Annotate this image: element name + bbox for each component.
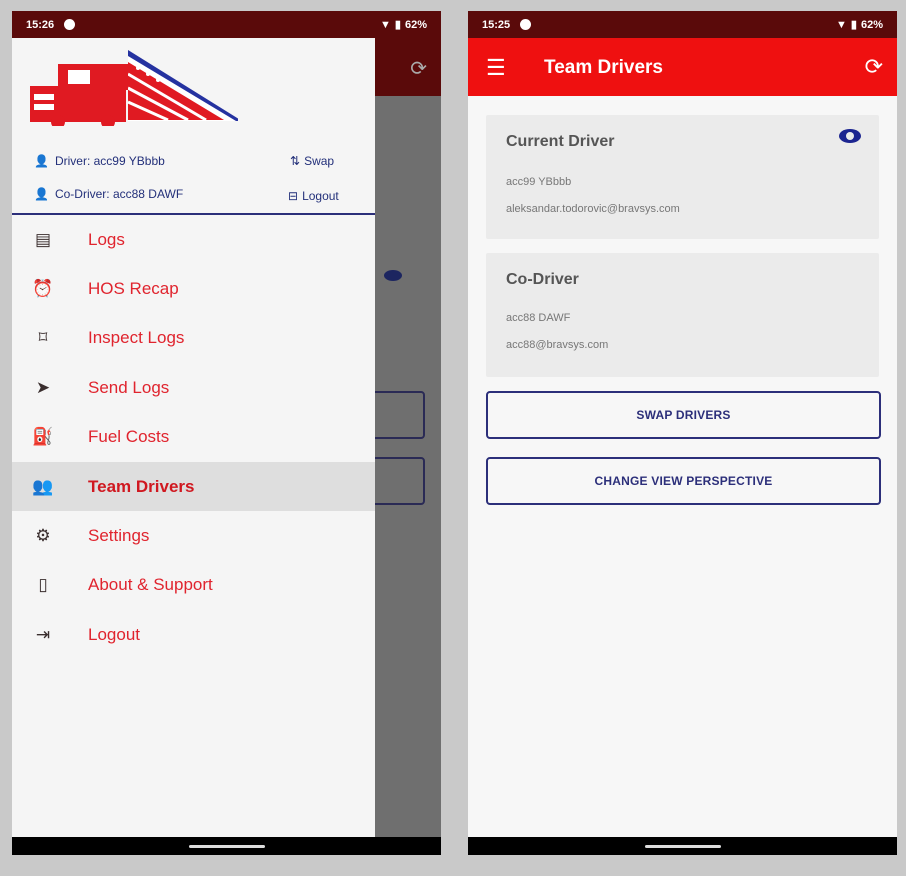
page-title: Team Drivers xyxy=(544,57,663,78)
battery-icon: ▮ xyxy=(394,19,401,31)
system-nav-bar xyxy=(12,837,441,855)
battery-icon: ▮ xyxy=(850,19,857,31)
menu-label: Settings xyxy=(88,526,150,546)
people-icon: 👥 xyxy=(32,476,54,496)
logout-header-button[interactable]: ⊟ Logout xyxy=(288,189,339,203)
menu-label: Send Logs xyxy=(88,377,170,397)
person-icon: 👤 xyxy=(34,154,49,168)
logout-box-icon: ⊟ xyxy=(288,189,299,203)
eye-icon xyxy=(384,270,402,281)
notification-icon xyxy=(64,19,76,30)
status-time: 15:26 xyxy=(26,18,55,31)
menu-item-about-support[interactable]: ▯ About & Support xyxy=(12,561,375,610)
menu-item-logs[interactable]: ▤ Logs xyxy=(12,215,375,264)
battery-percent: 62% xyxy=(860,18,883,31)
swap-icon: ⇅ xyxy=(290,154,301,168)
logout-icon: ⇥ xyxy=(35,624,51,644)
menu-label: About & Support xyxy=(88,575,213,595)
co-driver-label: Co-Driver: acc88 DAWF xyxy=(54,187,184,201)
status-bar: 15:26 ▼ ▮ 62% xyxy=(12,11,441,38)
menu-label: Logs xyxy=(88,229,125,249)
swap-button[interactable]: ⇅ Swap xyxy=(290,154,334,168)
system-nav-bar xyxy=(468,837,897,855)
swap-label: Swap xyxy=(304,154,335,168)
co-driver-email: acc88@bravsys.com xyxy=(506,339,609,351)
change-view-perspective-button[interactable]: CHANGE VIEW PERSPECTIVE xyxy=(486,457,881,505)
wifi-icon: ▼ xyxy=(836,18,847,31)
menu-label: Team Drivers xyxy=(88,476,195,496)
status-bar: 15:25 ▼ ▮ 62% xyxy=(468,11,897,38)
current-driver-card: Current Driver acc99 YBbbb aleksandar.to… xyxy=(486,115,879,239)
drawer-menu: ▤ Logs ⏰ HOS Recap ⌑ Inspect Logs ➤ Send… xyxy=(12,215,375,660)
alarm-icon: ⏰ xyxy=(32,279,54,299)
person-green-icon: 👤 xyxy=(34,187,49,201)
list-icon: ▤ xyxy=(34,229,52,249)
battery-percent: 62% xyxy=(404,18,427,31)
menu-label: Fuel Costs xyxy=(88,427,170,447)
refresh-icon[interactable]: ⟳ xyxy=(865,54,883,80)
eye-icon[interactable] xyxy=(839,129,861,143)
phone-screen-team-drivers: 15:25 ▼ ▮ 62% ☰ Team Drivers ⟳ Current D… xyxy=(468,11,897,855)
driver-email: aleksandar.todorovic@bravsys.com xyxy=(506,203,680,215)
co-driver-card: Co-Driver acc88 DAWF acc88@bravsys.com xyxy=(486,253,879,377)
wifi-icon: ▼ xyxy=(380,18,391,31)
driver-label: Driver: acc99 YBbbb xyxy=(54,154,165,168)
fuel-icon: ⛽ xyxy=(32,427,54,447)
notification-icon xyxy=(520,19,532,30)
home-gesture-pill[interactable] xyxy=(644,845,721,848)
truck-logo xyxy=(30,50,238,126)
inspect-icon: ⌑ xyxy=(38,328,48,348)
drawer-header: 👤 Driver: acc99 YBbbb 👤 Co-Driver: acc88… xyxy=(12,38,375,215)
menu-label: Logout xyxy=(88,624,140,644)
menu-item-inspect-logs[interactable]: ⌑ Inspect Logs xyxy=(12,314,375,363)
menu-item-logout[interactable]: ⇥ Logout xyxy=(12,610,375,659)
menu-label: HOS Recap xyxy=(88,279,179,299)
hamburger-menu-icon[interactable]: ☰ xyxy=(486,55,506,81)
card-title: Co-Driver xyxy=(506,271,579,288)
background-button xyxy=(367,391,425,439)
driver-name: acc99 YBbbb xyxy=(506,176,572,188)
card-title: Current Driver xyxy=(506,133,615,150)
menu-item-send-logs[interactable]: ➤ Send Logs xyxy=(12,363,375,412)
send-icon: ➤ xyxy=(35,377,51,397)
status-right: ▼ ▮ 62% xyxy=(836,18,883,32)
swap-drivers-button[interactable]: SWAP DRIVERS xyxy=(486,391,881,439)
status-right: ▼ ▮ 62% xyxy=(380,18,427,32)
logout-header-label: Logout xyxy=(302,189,339,203)
status-time: 15:25 xyxy=(482,18,511,31)
menu-item-settings[interactable]: ⚙ Settings xyxy=(12,511,375,560)
background-button xyxy=(367,457,425,505)
app-bar: ☰ Team Drivers ⟳ xyxy=(468,38,897,96)
phone-icon: ▯ xyxy=(38,575,48,595)
navigation-drawer: 👤 Driver: acc99 YBbbb 👤 Co-Driver: acc88… xyxy=(12,38,375,837)
co-driver-name: acc88 DAWF xyxy=(506,312,571,324)
home-gesture-pill[interactable] xyxy=(188,845,265,848)
menu-item-fuel-costs[interactable]: ⛽ Fuel Costs xyxy=(12,413,375,462)
menu-item-team-drivers[interactable]: 👥 Team Drivers xyxy=(12,461,375,512)
menu-item-hos-recap[interactable]: ⏰ HOS Recap xyxy=(12,264,375,313)
menu-label: Inspect Logs xyxy=(88,328,185,348)
phone-screen-drawer: 15:26 ▼ ▮ 62% ⟳ 👤 Driver: acc99 YBbbb 👤 … xyxy=(12,11,441,855)
gear-icon: ⚙ xyxy=(35,526,51,546)
co-driver-row: 👤 Co-Driver: acc88 DAWF xyxy=(34,187,183,201)
refresh-icon: ⟳ xyxy=(410,58,427,80)
driver-row: 👤 Driver: acc99 YBbbb xyxy=(34,154,165,168)
